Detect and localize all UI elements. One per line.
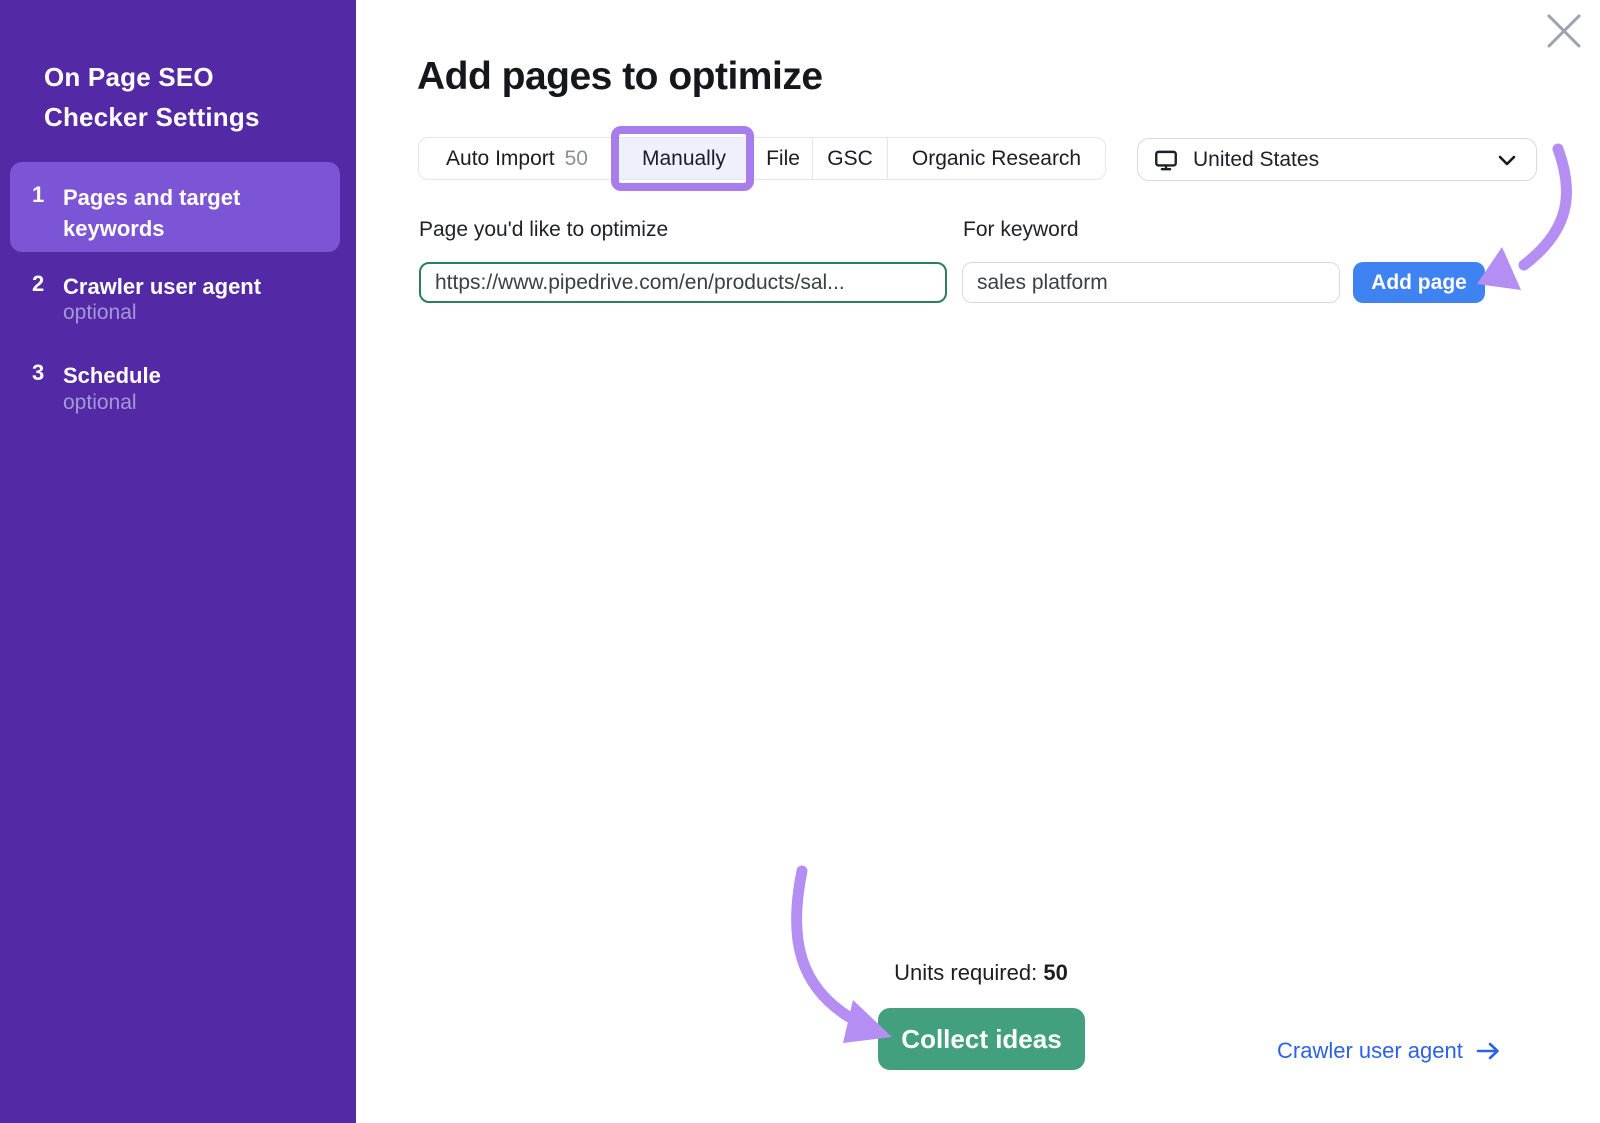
tab-label: Auto Import	[446, 147, 555, 171]
monitor-icon	[1153, 147, 1179, 173]
crawler-link-label: Crawler user agent	[1277, 1038, 1463, 1064]
step-label: Pages and target keywords	[63, 182, 321, 244]
tab-file[interactable]: File	[753, 138, 812, 179]
page-title: Add pages to optimize	[417, 55, 823, 99]
tab-gsc[interactable]: GSC	[812, 138, 887, 179]
close-button[interactable]	[1544, 13, 1584, 51]
tab-label: GSC	[827, 147, 873, 171]
keyword-input[interactable]	[962, 262, 1340, 303]
sidebar-title: On Page SEO Checker Settings	[44, 57, 260, 137]
sidebar-title-line2: Checker Settings	[44, 97, 260, 137]
units-value: 50	[1043, 960, 1067, 985]
page-url-input[interactable]	[419, 262, 947, 303]
step-optional-tag: optional	[63, 391, 137, 415]
tab-label: File	[766, 147, 800, 171]
collect-ideas-button[interactable]: Collect ideas	[878, 1008, 1085, 1070]
chevron-down-icon	[1496, 149, 1518, 171]
import-method-tabs: Auto Import 50 Manually File GSC Organic…	[418, 137, 1106, 180]
step-number: 3	[32, 360, 56, 386]
page-url-label: Page you'd like to optimize	[419, 218, 668, 242]
tab-manually[interactable]: Manually	[615, 138, 753, 179]
step-number: 1	[32, 182, 56, 208]
tab-auto-import[interactable]: Auto Import 50	[419, 138, 615, 179]
sidebar-title-line1: On Page SEO	[44, 57, 260, 97]
step-label: Schedule	[63, 360, 321, 391]
step-number: 2	[32, 271, 56, 297]
settings-sidebar: On Page SEO Checker Settings 1 Pages and…	[0, 0, 356, 1123]
country-selector[interactable]: United States	[1137, 138, 1537, 181]
units-required-text: Units required: 50	[781, 960, 1181, 986]
units-label: Units required:	[894, 960, 1037, 985]
step-label: Crawler user agent	[63, 271, 321, 302]
country-selected-value: United States	[1193, 148, 1482, 172]
tab-label: Manually	[642, 147, 726, 171]
on-page-seo-checker-settings-modal: On Page SEO Checker Settings 1 Pages and…	[0, 0, 1600, 1123]
tab-label: Organic Research	[912, 147, 1081, 171]
crawler-user-agent-link[interactable]: Crawler user agent	[1277, 1036, 1501, 1066]
arrow-right-icon	[1475, 1040, 1501, 1062]
add-page-button[interactable]: Add page	[1353, 262, 1485, 303]
close-icon	[1546, 36, 1582, 51]
tab-organic-research[interactable]: Organic Research	[887, 138, 1105, 179]
keyword-label: For keyword	[963, 218, 1079, 242]
step-optional-tag: optional	[63, 301, 137, 325]
tab-badge-count: 50	[565, 147, 588, 171]
